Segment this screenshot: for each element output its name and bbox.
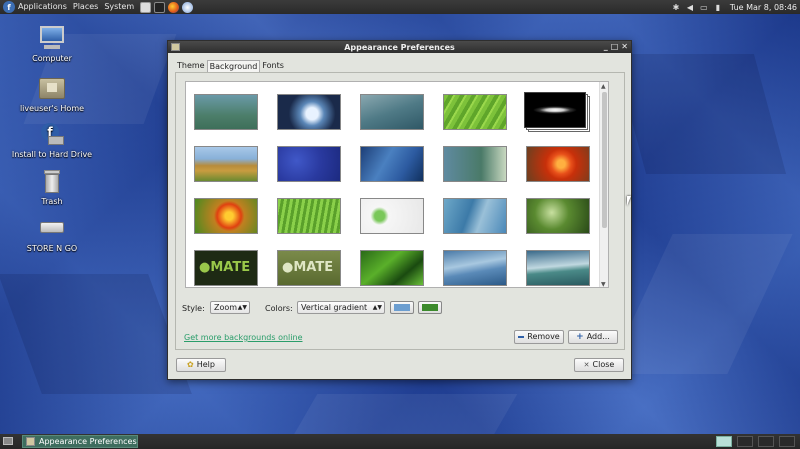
tab-fonts[interactable]: Fonts bbox=[260, 60, 286, 72]
terminal-launcher-icon[interactable] bbox=[154, 1, 166, 13]
wallpaper-thumbnail[interactable] bbox=[443, 146, 507, 182]
colors-combo[interactable]: Vertical gradient ▲▼ bbox=[297, 301, 385, 314]
secondary-color-swatch bbox=[422, 304, 438, 311]
remove-icon bbox=[518, 336, 525, 338]
close-icon[interactable]: ✕ bbox=[621, 41, 628, 53]
bluetooth-icon[interactable]: ✱ bbox=[671, 2, 681, 12]
workspace-2[interactable] bbox=[737, 436, 753, 447]
combo-arrows-icon: ▲▼ bbox=[372, 304, 382, 311]
wallpaper-thumbnail[interactable]: ●MATE bbox=[194, 250, 258, 286]
tab-theme[interactable]: Theme bbox=[175, 60, 207, 72]
menu-system[interactable]: System bbox=[101, 0, 137, 14]
scroll-up-icon[interactable]: ▲ bbox=[601, 83, 606, 90]
primary-color-button[interactable] bbox=[390, 301, 414, 314]
wallpaper-thumbnail[interactable] bbox=[277, 146, 341, 182]
wallpaper-thumbnail[interactable] bbox=[277, 198, 341, 234]
wallpaper-thumbnail[interactable] bbox=[360, 198, 424, 234]
help-icon: ✿ bbox=[187, 360, 194, 369]
top-panel: f Applications Places System ✱ ◀ ▭ ▮ Tue… bbox=[0, 0, 800, 14]
colors-label: Colors: bbox=[265, 304, 293, 313]
trash-icon bbox=[38, 169, 66, 195]
wallpaper-thumbnail[interactable] bbox=[360, 146, 424, 182]
add-icon: + bbox=[576, 332, 584, 342]
wallpaper-thumbnail[interactable] bbox=[360, 250, 424, 286]
remove-button[interactable]: Remove bbox=[514, 330, 564, 344]
clock[interactable]: Tue Mar 8, 08:46 bbox=[730, 3, 797, 12]
wallpaper-thumbnail[interactable] bbox=[443, 198, 507, 234]
appearance-app-icon bbox=[171, 43, 180, 51]
drive-icon bbox=[38, 216, 66, 242]
fedora-logo-icon[interactable]: f bbox=[3, 1, 15, 13]
home-folder-icon bbox=[38, 76, 66, 102]
add-button[interactable]: + Add... bbox=[568, 330, 618, 344]
primary-color-swatch bbox=[394, 304, 410, 311]
wallpaper-stack[interactable] bbox=[524, 92, 590, 132]
mouse-cursor-icon bbox=[627, 196, 631, 206]
mail-launcher-icon[interactable] bbox=[182, 1, 194, 13]
bottom-panel: Appearance Preferences bbox=[0, 434, 800, 449]
taskbar-window-button[interactable]: Appearance Preferences bbox=[22, 435, 138, 448]
desktop-icon-home[interactable]: liveuser's Home bbox=[10, 76, 94, 113]
appearance-preferences-window: Appearance Preferences _ □ ✕ Theme Backg… bbox=[167, 40, 632, 380]
menu-places[interactable]: Places bbox=[70, 0, 101, 14]
workspace-4[interactable] bbox=[779, 436, 795, 447]
window-titlebar[interactable]: Appearance Preferences _ □ ✕ bbox=[168, 41, 631, 53]
wallpaper-thumbnail[interactable] bbox=[526, 146, 590, 182]
wallpaper-thumbnail[interactable] bbox=[194, 94, 258, 130]
wallpaper-thumbnail[interactable] bbox=[526, 250, 590, 286]
wallpaper-thumbnail[interactable] bbox=[194, 146, 258, 182]
workspace-3[interactable] bbox=[758, 436, 774, 447]
close-button[interactable]: ✕ Close bbox=[574, 358, 624, 372]
show-desktop-icon[interactable] bbox=[3, 437, 13, 445]
maximize-icon[interactable]: □ bbox=[611, 41, 619, 53]
wallpaper-thumbnail[interactable] bbox=[277, 94, 341, 130]
tab-bar: Theme Background Fonts bbox=[175, 60, 286, 72]
wallpaper-thumbnail[interactable] bbox=[526, 198, 590, 234]
style-combo[interactable]: Zoom ▲▼ bbox=[210, 301, 250, 314]
scroll-down-icon[interactable]: ▼ bbox=[601, 281, 606, 287]
scrollbar-thumb[interactable] bbox=[602, 92, 607, 228]
combo-arrows-icon: ▲▼ bbox=[237, 304, 247, 311]
appearance-app-icon bbox=[26, 437, 35, 446]
minimize-icon[interactable]: _ bbox=[604, 41, 608, 53]
window-title: Appearance Preferences bbox=[344, 42, 455, 52]
install-icon: f bbox=[38, 122, 66, 148]
tab-background[interactable]: Background bbox=[206, 60, 261, 72]
help-button[interactable]: ✿ Help bbox=[176, 358, 226, 372]
desktop-icon-computer[interactable]: Computer bbox=[10, 26, 94, 63]
battery-icon[interactable]: ▮ bbox=[713, 2, 723, 12]
wallpaper-thumbnail[interactable] bbox=[194, 198, 258, 234]
menu-applications[interactable]: Applications bbox=[15, 0, 70, 14]
wallpaper-thumbnail[interactable] bbox=[360, 94, 424, 130]
gallery-scrollbar[interactable]: ▲ ▼ bbox=[599, 82, 608, 287]
secondary-color-button[interactable] bbox=[418, 301, 442, 314]
background-tab-panel: ●MATE ●MATE ▲ ▼ Style: Zoom ▲▼ Colors: V… bbox=[175, 72, 625, 350]
desktop-icon-install[interactable]: f Install to Hard Drive bbox=[10, 122, 94, 159]
get-more-backgrounds-link[interactable]: Get more backgrounds online bbox=[184, 333, 303, 342]
computer-icon bbox=[38, 26, 66, 52]
workspace-1[interactable] bbox=[716, 436, 732, 447]
firefox-launcher-icon[interactable] bbox=[168, 1, 180, 13]
text-editor-launcher-icon[interactable] bbox=[140, 1, 152, 13]
desktop-icon-trash[interactable]: Trash bbox=[10, 169, 94, 206]
volume-icon[interactable]: ◀ bbox=[685, 2, 695, 12]
style-label: Style: bbox=[182, 304, 205, 313]
wallpaper-thumbnail[interactable]: ●MATE bbox=[277, 250, 341, 286]
wallpaper-gallery: ●MATE ●MATE ▲ ▼ bbox=[185, 81, 609, 288]
wallpaper-thumbnail[interactable] bbox=[443, 250, 507, 286]
desktop-icon-store-n-go[interactable]: STORE N GO bbox=[10, 216, 94, 253]
network-icon[interactable]: ▭ bbox=[699, 2, 709, 12]
close-button-icon: ✕ bbox=[583, 361, 590, 369]
wallpaper-thumbnail[interactable] bbox=[443, 94, 507, 130]
